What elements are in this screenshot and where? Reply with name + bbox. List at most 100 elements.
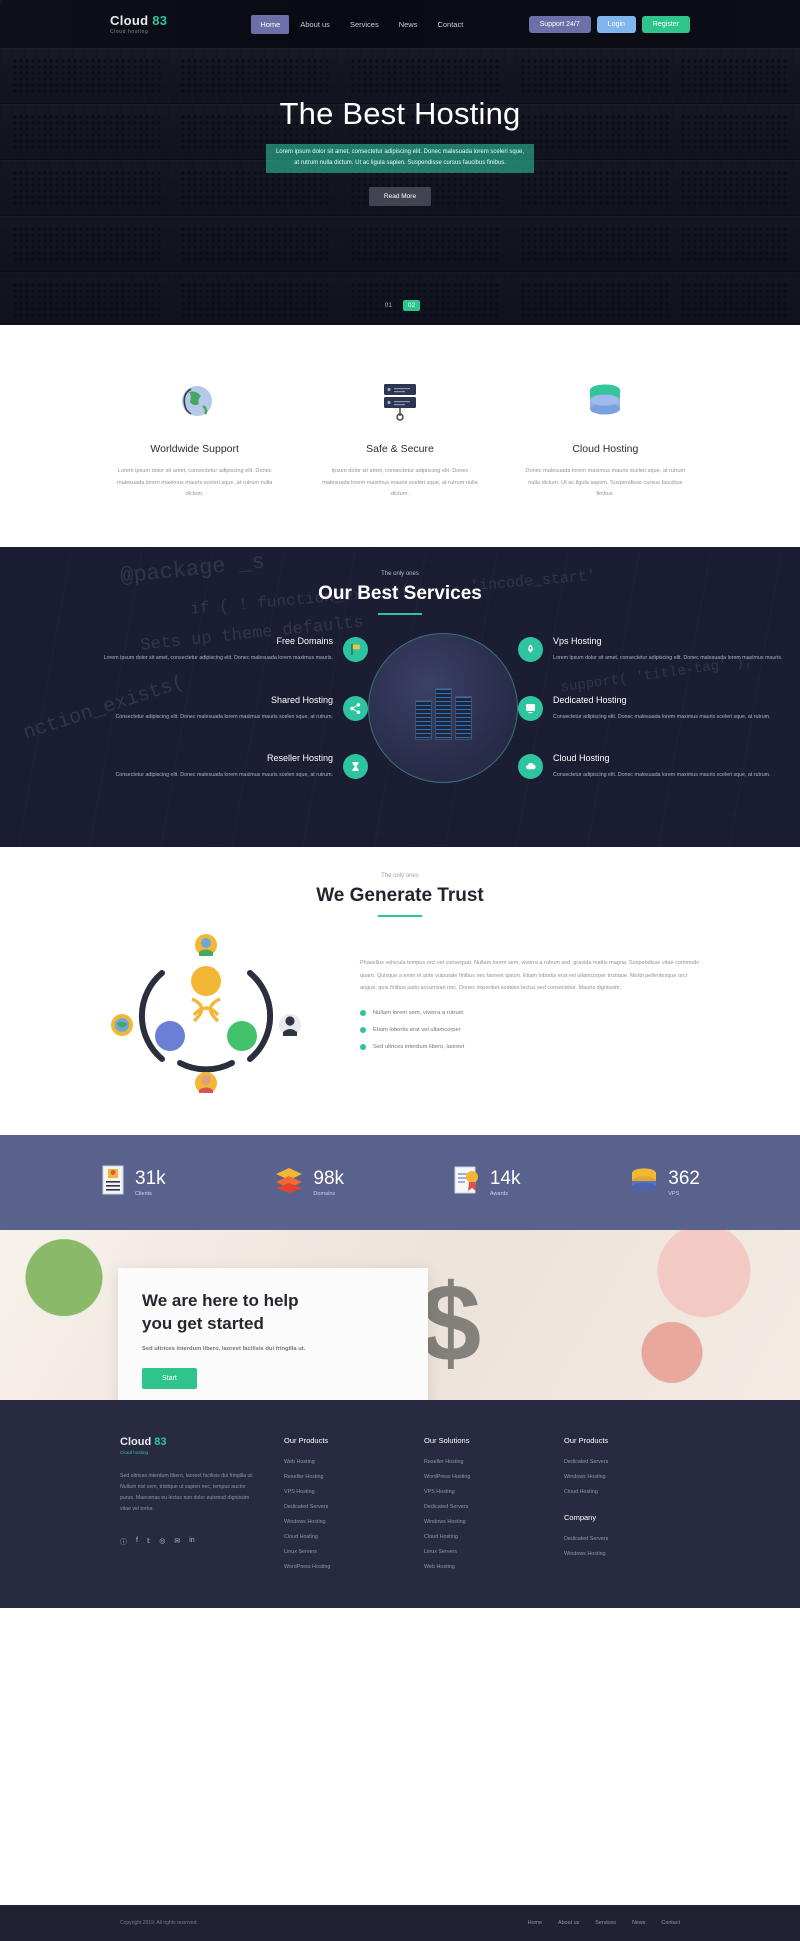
footer-logo-main: Cloud	[120, 1436, 152, 1449]
footer-link[interactable]: Dedicated Servers	[424, 1504, 540, 1510]
hero-carousel-indicators: 01 02	[0, 300, 800, 311]
footer-link[interactable]: Web Hosting	[424, 1564, 540, 1570]
trust-list-label: Sed ultrices interdum libero, laoreet	[373, 1044, 465, 1051]
start-button[interactable]: Start	[142, 1368, 197, 1390]
awards-icon	[453, 1165, 481, 1200]
stat-number: 31k	[135, 1167, 166, 1189]
footer-link[interactable]: WordPress Hosting	[284, 1564, 400, 1570]
feature-text: Ipsum dolor sit amet, consectetur adipis…	[322, 468, 478, 498]
logo-main-text: Cloud	[110, 13, 149, 28]
nav-item-contact[interactable]: Contact	[428, 15, 472, 34]
carousel-dot-01[interactable]: 01	[380, 300, 397, 311]
trust-list: Nullam lorem sem, viverra a rutrum Etiam…	[360, 1010, 700, 1051]
trust-text-block: Phasellus vehicula tempus orci vel conse…	[360, 933, 700, 1061]
service-item-reseller-hosting[interactable]: Reseller Hosting Consectetur adipiscing …	[100, 753, 368, 780]
stat-awards: 14k Awards	[453, 1165, 520, 1200]
footer-logo[interactable]: Cloud 83	[120, 1436, 260, 1448]
register-button[interactable]: Register	[641, 15, 690, 33]
stat-clients: 31k Clients	[100, 1165, 166, 1200]
footer-link[interactable]: Dedicated Servers	[564, 1459, 680, 1465]
cta-title-line-1: We are here to help	[142, 1291, 299, 1311]
rocket-icon	[518, 637, 543, 663]
service-item-cloud-hosting[interactable]: Cloud Hosting Consectetur adipiscing eli…	[518, 753, 786, 780]
vps-icon	[629, 1166, 659, 1199]
footer-link[interactable]: Reseller Hosting	[424, 1459, 540, 1465]
stats-section: 31k Clients 98k Domains 14k Awards 362 V…	[0, 1135, 800, 1231]
footer-link[interactable]: Cloud Hosting	[284, 1534, 400, 1540]
cta-card: We are here to help you get started Sed …	[118, 1268, 428, 1401]
support-button[interactable]: Support 24/7	[528, 15, 591, 33]
footer-column-title: Our Solutions	[424, 1436, 470, 1446]
social-icon-email[interactable]: ✉	[174, 1537, 180, 1547]
bottom-nav-news[interactable]: News	[632, 1920, 645, 1926]
features-section: Worldwide Support Lorem ipsum dolor sit …	[0, 325, 800, 548]
footer-link[interactable]: WordPress Hosting	[424, 1474, 540, 1480]
service-item-free-domains[interactable]: Free Domains Lorem ipsum dolor sit amet,…	[100, 636, 368, 663]
nav-item-about[interactable]: About us	[291, 15, 339, 34]
trust-list-label: Etiam lobortis erat vel ullamcorper	[373, 1027, 461, 1034]
services-header: The only ones Our Best Services	[0, 547, 800, 616]
trust-eyebrow: The only ones	[381, 873, 419, 880]
stat-label: Domains	[313, 1190, 336, 1197]
footer-link[interactable]: Linux Servers	[424, 1549, 540, 1555]
social-icon-facebook[interactable]: f	[136, 1537, 138, 1547]
service-item-dedicated-hosting[interactable]: Dedicated Hosting Consectetur adipiscing…	[518, 695, 786, 722]
logo-text: Cloud 83	[110, 13, 167, 28]
footer-link[interactable]: Windows Hosting	[564, 1551, 680, 1557]
service-item-shared-hosting[interactable]: Shared Hosting Consectetur adipiscing el…	[100, 695, 368, 722]
social-icon-instagram[interactable]: ⓘ	[120, 1537, 127, 1547]
monitor-icon	[518, 695, 543, 721]
footer-column-title: Our Products	[564, 1436, 609, 1446]
services-eyebrow: The only ones	[381, 571, 419, 578]
nav-item-news[interactable]: News	[390, 15, 427, 34]
footer-link[interactable]: Windows Hosting	[564, 1474, 680, 1480]
footer-link[interactable]: VPS Hosting	[424, 1489, 540, 1495]
hero-title: The Best Hosting	[279, 96, 521, 131]
footer-link[interactable]: Cloud Hosting	[564, 1489, 680, 1495]
dollar-decoration: $	[420, 1262, 482, 1386]
login-button[interactable]: Login	[596, 15, 636, 33]
bottom-nav-home[interactable]: Home	[528, 1920, 542, 1926]
carousel-dot-02[interactable]: 02	[403, 300, 421, 311]
footer-link[interactable]: Windows Hosting	[424, 1519, 540, 1525]
trust-title: We Generate Trust	[316, 885, 484, 907]
logo-subtitle: Cloud hosting	[110, 29, 149, 35]
read-more-button[interactable]: Read More	[369, 186, 431, 206]
services-title: Our Best Services	[318, 583, 482, 605]
service-item-vps-hosting[interactable]: Vps Hosting Lorem ipsum dolor sit amet, …	[518, 636, 786, 663]
bottom-nav-about[interactable]: About us	[558, 1920, 579, 1926]
footer-link-list: Web Hosting Reseller Hosting VPS Hosting…	[284, 1459, 400, 1570]
footer-link[interactable]: Windows Hosting	[284, 1519, 400, 1525]
hero-section: The Best Hosting Lorem ipsum dolor sit a…	[0, 48, 800, 325]
footer-link[interactable]: Reseller Hosting	[284, 1474, 400, 1480]
stat-vps: 362 VPS	[629, 1166, 700, 1199]
social-icon-twitter[interactable]: 𝕥	[147, 1537, 150, 1547]
footer-link[interactable]: Linux Servers	[284, 1549, 400, 1555]
bottom-nav-contact[interactable]: Contact	[661, 1920, 680, 1926]
footer-link[interactable]: Dedicated Servers	[564, 1536, 680, 1542]
service-title: Reseller Hosting	[266, 753, 333, 764]
service-text: Consectetur adipiscing elit. Donec males…	[115, 713, 333, 720]
cta-subtitle: Sed ultrices interdum libero, laoreet fa…	[142, 1346, 306, 1353]
footer-link[interactable]: Dedicated Servers	[284, 1504, 400, 1510]
copyright-bar: Copyright 2019. All rights reserved. Hom…	[0, 1905, 800, 1941]
footer-column-title: Our Products	[284, 1436, 329, 1446]
nav-item-services[interactable]: Services	[341, 15, 388, 34]
social-icon-linkedin[interactable]: in	[189, 1537, 194, 1547]
footer-link[interactable]: Web Hosting	[284, 1459, 400, 1465]
bullet-icon	[360, 1044, 366, 1051]
feature-title: Worldwide Support	[150, 443, 239, 455]
main-nav: Home About us Services News Contact	[251, 14, 472, 34]
trust-header: The only ones We Generate Trust	[100, 873, 700, 918]
globe-icon	[100, 373, 289, 427]
stat-number: 98k	[313, 1167, 345, 1189]
footer-link[interactable]: Cloud Hosting	[424, 1534, 540, 1540]
bottom-nav-services[interactable]: Services	[595, 1920, 616, 1926]
logo[interactable]: Cloud 83 Cloud hosting	[110, 13, 167, 35]
service-text: Lorem ipsum dolor sit amet, consectetur …	[553, 654, 783, 661]
nav-item-home[interactable]: Home	[251, 14, 290, 34]
footer-link[interactable]: VPS Hosting	[284, 1489, 400, 1495]
social-icon-dribbble[interactable]: ◎	[159, 1537, 165, 1547]
feature-card-cloud-hosting: Cloud Hosting Donec malesuada lorem maxi…	[511, 373, 700, 501]
trust-body: Phasellus vehicula tempus orci vel conse…	[100, 933, 700, 1095]
